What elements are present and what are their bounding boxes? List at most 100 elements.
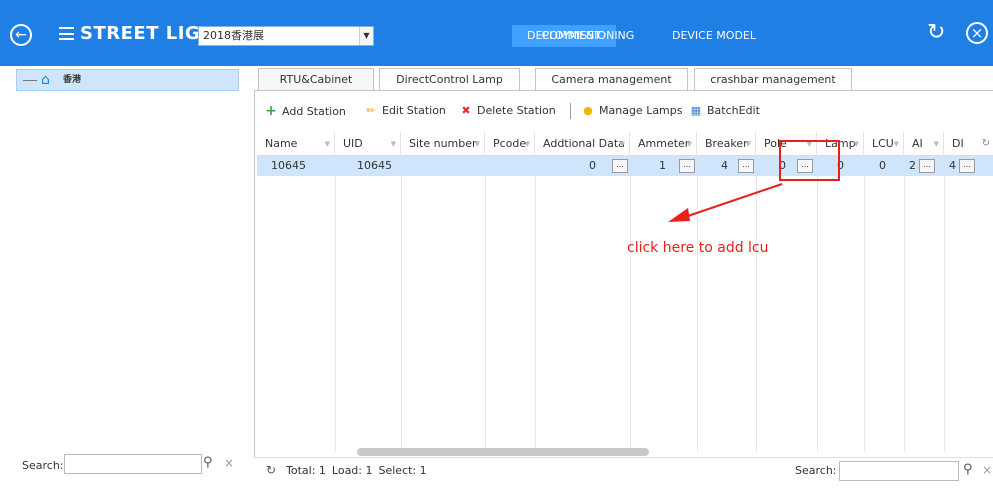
ammeter-more-button[interactable]: ...: [679, 159, 695, 173]
annotation-highlight-box: [779, 140, 840, 181]
toolbar-separator: [570, 103, 571, 119]
column-divider: [630, 156, 631, 452]
column-divider: [944, 156, 945, 452]
column-header-pcode[interactable]: Pcode ▼: [485, 132, 535, 156]
column-header-label: Addtional Data: [543, 137, 625, 150]
cell-di: 4: [949, 159, 956, 172]
pencil-icon: ✏: [366, 104, 376, 117]
subtab-directcontrol-lamp[interactable]: DirectControl Lamp: [379, 68, 520, 91]
annotation-arrow: [668, 183, 783, 222]
refresh-icon[interactable]: ↻: [927, 22, 945, 44]
content-area: + Add Station ✏ Edit Station ✖ Delete Stati…: [254, 90, 993, 483]
clear-icon[interactable]: ×: [982, 463, 992, 477]
back-icon[interactable]: ←: [10, 24, 32, 46]
column-divider: [864, 156, 865, 452]
station-grid: Name ▼ UID ▼ Site number ▼ Pcode ▼ Addtional…: [257, 132, 993, 452]
left-search-label: Search:: [22, 459, 64, 472]
right-content-panel: RTU&Cabinet DirectControl Lamp Camera ma…: [248, 66, 993, 491]
toolbar: + Add Station ✏ Edit Station ✖ Delete Stati…: [255, 91, 993, 131]
column-header-lcu[interactable]: LCU ▼: [864, 132, 904, 156]
batch-edit-button[interactable]: ▦ BatchEdit: [689, 103, 760, 119]
search-icon[interactable]: ⚲: [203, 455, 213, 470]
column-header-ai[interactable]: AI ▼: [904, 132, 944, 156]
clear-icon[interactable]: ×: [224, 456, 234, 470]
search-icon[interactable]: ⚲: [963, 462, 973, 477]
select-count: Select: 1: [378, 464, 427, 477]
add-station-button[interactable]: + Add Station: [264, 103, 346, 119]
column-header-additional-data[interactable]: Addtional Data ▼: [535, 132, 630, 156]
edit-station-button[interactable]: ✏ Edit Station: [364, 103, 446, 119]
manage-lamps-button[interactable]: ● Manage Lamps: [581, 103, 682, 119]
sort-icon: ▼: [324, 140, 330, 148]
top-bar: ← STREET LIGHT 2018香港展 ▼ DEPLOYMENT COMM…: [0, 0, 993, 66]
tab-commissioning[interactable]: COMMISSIONING: [527, 25, 649, 47]
di-more-button[interactable]: ...: [959, 159, 975, 173]
cell-ammeter: 1: [659, 159, 666, 172]
column-divider: [817, 156, 818, 452]
column-header-label: Name: [265, 137, 298, 150]
delete-station-button[interactable]: ✖ Delete Station: [459, 103, 556, 119]
breaker-more-button[interactable]: ...: [738, 159, 754, 173]
batch-edit-icon: ▦: [690, 104, 702, 117]
subtab-rtu-cabinet[interactable]: RTU&Cabinet: [258, 68, 374, 91]
column-header-site-number[interactable]: Site number ▼: [401, 132, 485, 156]
subtab-camera-management[interactable]: Camera management: [535, 68, 688, 91]
left-search-input[interactable]: [64, 454, 202, 474]
lightbulb-icon: ●: [583, 104, 593, 117]
column-divider: [335, 156, 336, 452]
project-select[interactable]: 2018香港展 ▼: [198, 26, 374, 46]
column-divider: [535, 156, 536, 452]
column-header-uid[interactable]: UID ▼: [335, 132, 401, 156]
cell-additional-data: 0: [589, 159, 596, 172]
tree-connector: [23, 80, 37, 81]
batch-edit-label: BatchEdit: [707, 104, 760, 117]
sort-icon: ▼: [933, 140, 939, 148]
plus-icon: +: [265, 103, 277, 119]
delete-station-label: Delete Station: [477, 104, 556, 117]
edit-station-label: Edit Station: [382, 104, 446, 117]
add-station-label: Add Station: [282, 105, 346, 118]
sort-icon: ▼: [390, 140, 396, 148]
column-divider: [401, 156, 402, 452]
tree-node-root[interactable]: ⌂ 香港: [16, 69, 239, 91]
tab-device-model[interactable]: DEVICE MODEL: [668, 25, 760, 47]
menu-icon[interactable]: [59, 27, 74, 40]
column-header-name[interactable]: Name ▼: [257, 132, 335, 156]
grid-footer: ↻ Total: 1 Load: 1 Select: 1 Search: ⚲ ×: [254, 457, 993, 483]
subtab-crashbar-management[interactable]: crashbar management: [694, 68, 852, 91]
column-header-label: Pcode: [493, 137, 527, 150]
app-window: ← STREET LIGHT 2018香港展 ▼ DEPLOYMENT COMM…: [0, 0, 993, 491]
annotation-text: click here to add lcu: [627, 240, 769, 256]
grid-search-label: Search:: [795, 464, 837, 477]
ai-more-button[interactable]: ...: [919, 159, 935, 173]
load-count: Load: 1: [331, 464, 373, 477]
sort-icon: ▼: [745, 140, 751, 148]
sort-icon: ▼: [853, 140, 859, 148]
table-row[interactable]: 10645 10645 0 ... 1 ... 4 ... 0 ... 0 0 …: [257, 156, 993, 176]
chevron-down-icon[interactable]: ▼: [359, 27, 373, 45]
cell-uid: 10645: [357, 159, 392, 172]
cell-lcu: 0: [879, 159, 886, 172]
column-header-label: Breaker: [705, 137, 748, 150]
column-header-breaker[interactable]: Breaker ▼: [697, 132, 756, 156]
additional-data-more-button[interactable]: ...: [612, 159, 628, 173]
column-header-label: DI: [952, 137, 964, 150]
column-refresh-icon[interactable]: ↻: [982, 132, 990, 156]
grid-stats: Total: 1 Load: 1 Select: 1: [286, 464, 433, 477]
grid-search-input[interactable]: [839, 461, 959, 481]
close-circle-icon[interactable]: ×: [966, 22, 988, 44]
total-count: Total: 1: [286, 464, 326, 477]
home-icon: ⌂: [41, 72, 50, 88]
cell-name: 10645: [271, 159, 306, 172]
cell-ai: 2: [909, 159, 916, 172]
refresh-icon[interactable]: ↻: [266, 463, 276, 477]
horizontal-scrollbar[interactable]: [357, 448, 649, 456]
column-header-ammeter[interactable]: Ammeter ▼: [630, 132, 697, 156]
cell-breaker: 4: [721, 159, 728, 172]
column-header-label: Ammeter: [638, 137, 690, 150]
column-header-label: LCU: [872, 137, 894, 150]
column-header-di[interactable]: DI ↻: [944, 132, 993, 156]
sort-icon: ▼: [893, 140, 899, 148]
column-divider: [904, 156, 905, 452]
delete-icon: ✖: [461, 104, 471, 117]
